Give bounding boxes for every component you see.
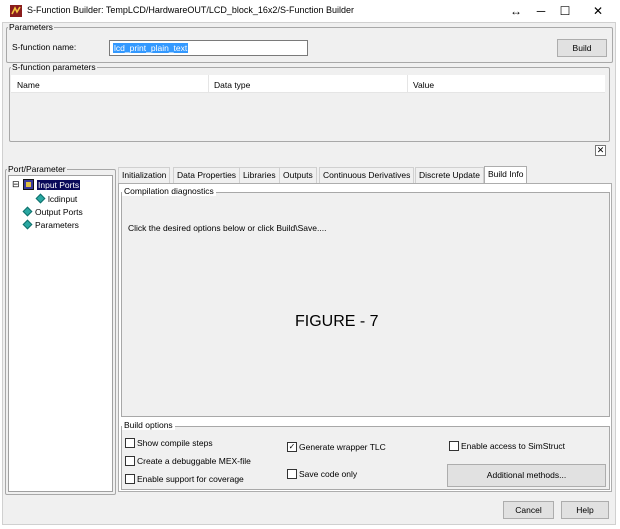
close-window-button[interactable]: ✕ <box>585 0 611 22</box>
save-code-only-label: Save code only <box>299 469 358 479</box>
column-header-data-type[interactable]: Data type <box>214 80 250 90</box>
resize-arrows-icon[interactable]: ↔ <box>503 0 529 22</box>
parameter-diamond-icon <box>22 219 33 230</box>
column-header-name[interactable]: Name <box>17 80 40 90</box>
generate-wrapper-tlc-checkbox[interactable]: ✓ <box>287 442 297 452</box>
sfunction-name-value: lcd_print_plain_text <box>113 43 189 53</box>
debuggable-mex-checkbox[interactable] <box>125 456 135 466</box>
remove-parameter-close-icon[interactable]: ✕ <box>595 145 606 156</box>
tree-item-output-ports[interactable]: Output Ports <box>35 207 83 217</box>
sfunction-name-label: S-function name: <box>12 42 77 52</box>
port-parameter-tree[interactable]: ⊟ Input Ports lcdinput Output Ports Para… <box>8 175 113 492</box>
coverage-support-checkbox[interactable] <box>125 474 135 484</box>
simstruct-access-label: Enable access to SimStruct <box>461 441 565 451</box>
tab-initialization[interactable]: Initialization <box>118 167 171 183</box>
tree-item-lcdinput[interactable]: lcdinput <box>48 194 77 204</box>
simstruct-access-checkbox[interactable] <box>449 441 459 451</box>
tree-item-input-ports[interactable]: Input Ports <box>37 180 81 190</box>
save-code-only-checkbox[interactable] <box>287 469 297 479</box>
tab-continuous-derivatives[interactable]: Continuous Derivatives <box>319 167 415 183</box>
tab-outputs[interactable]: Outputs <box>279 167 317 183</box>
column-divider[interactable] <box>208 75 209 93</box>
input-ports-folder-icon <box>23 179 34 190</box>
cancel-button[interactable]: Cancel <box>503 501 554 519</box>
minimize-button[interactable]: ─ <box>528 0 554 22</box>
port-diamond-icon <box>22 206 33 217</box>
show-compile-steps-label: Show compile steps <box>137 438 213 448</box>
parameters-group-label: Parameters <box>9 22 53 32</box>
tab-libraries[interactable]: Libraries <box>239 167 280 183</box>
debuggable-mex-label: Create a debuggable MEX-file <box>137 456 251 466</box>
compilation-diagnostics-label: Compilation diagnostics <box>122 186 216 196</box>
port-diamond-icon <box>35 193 46 204</box>
build-options-label: Build options <box>122 420 175 430</box>
build-button[interactable]: Build <box>557 39 607 57</box>
sfunction-name-input[interactable]: lcd_print_plain_text <box>109 40 308 56</box>
title-bar: S-Function Builder: TempLCD/HardwareOUT/… <box>0 0 620 22</box>
help-button[interactable]: Help <box>561 501 609 519</box>
sfunction-parameters-table[interactable]: Name Data type Value <box>11 75 605 138</box>
generate-wrapper-tlc-label: Generate wrapper TLC <box>299 442 386 452</box>
port-parameter-group-label: Port/Parameter <box>8 164 66 174</box>
tab-discrete-update[interactable]: Discrete Update <box>415 167 484 183</box>
sfunction-parameters-group-label: S-function parameters <box>12 62 96 72</box>
parameters-table-header: Name Data type Value <box>11 75 605 93</box>
coverage-support-label: Enable support for coverage <box>137 474 244 484</box>
compilation-message: Click the desired options below or click… <box>128 223 327 233</box>
tree-collapse-icon[interactable]: ⊟ <box>12 179 20 190</box>
simulink-app-icon <box>10 5 22 17</box>
maximize-button[interactable]: ☐ <box>552 0 578 22</box>
column-header-value[interactable]: Value <box>413 80 434 90</box>
tab-data-properties[interactable]: Data Properties <box>173 167 241 183</box>
window-title: S-Function Builder: TempLCD/HardwareOUT/… <box>27 5 354 15</box>
parameters-group: Parameters <box>6 23 613 63</box>
additional-methods-button[interactable]: Additional methods... <box>447 464 606 487</box>
tab-build-info[interactable]: Build Info <box>484 166 528 184</box>
figure-caption: FIGURE - 7 <box>295 313 379 330</box>
show-compile-steps-checkbox[interactable] <box>125 438 135 448</box>
column-divider[interactable] <box>407 75 408 93</box>
tree-item-parameters[interactable]: Parameters <box>35 220 79 230</box>
